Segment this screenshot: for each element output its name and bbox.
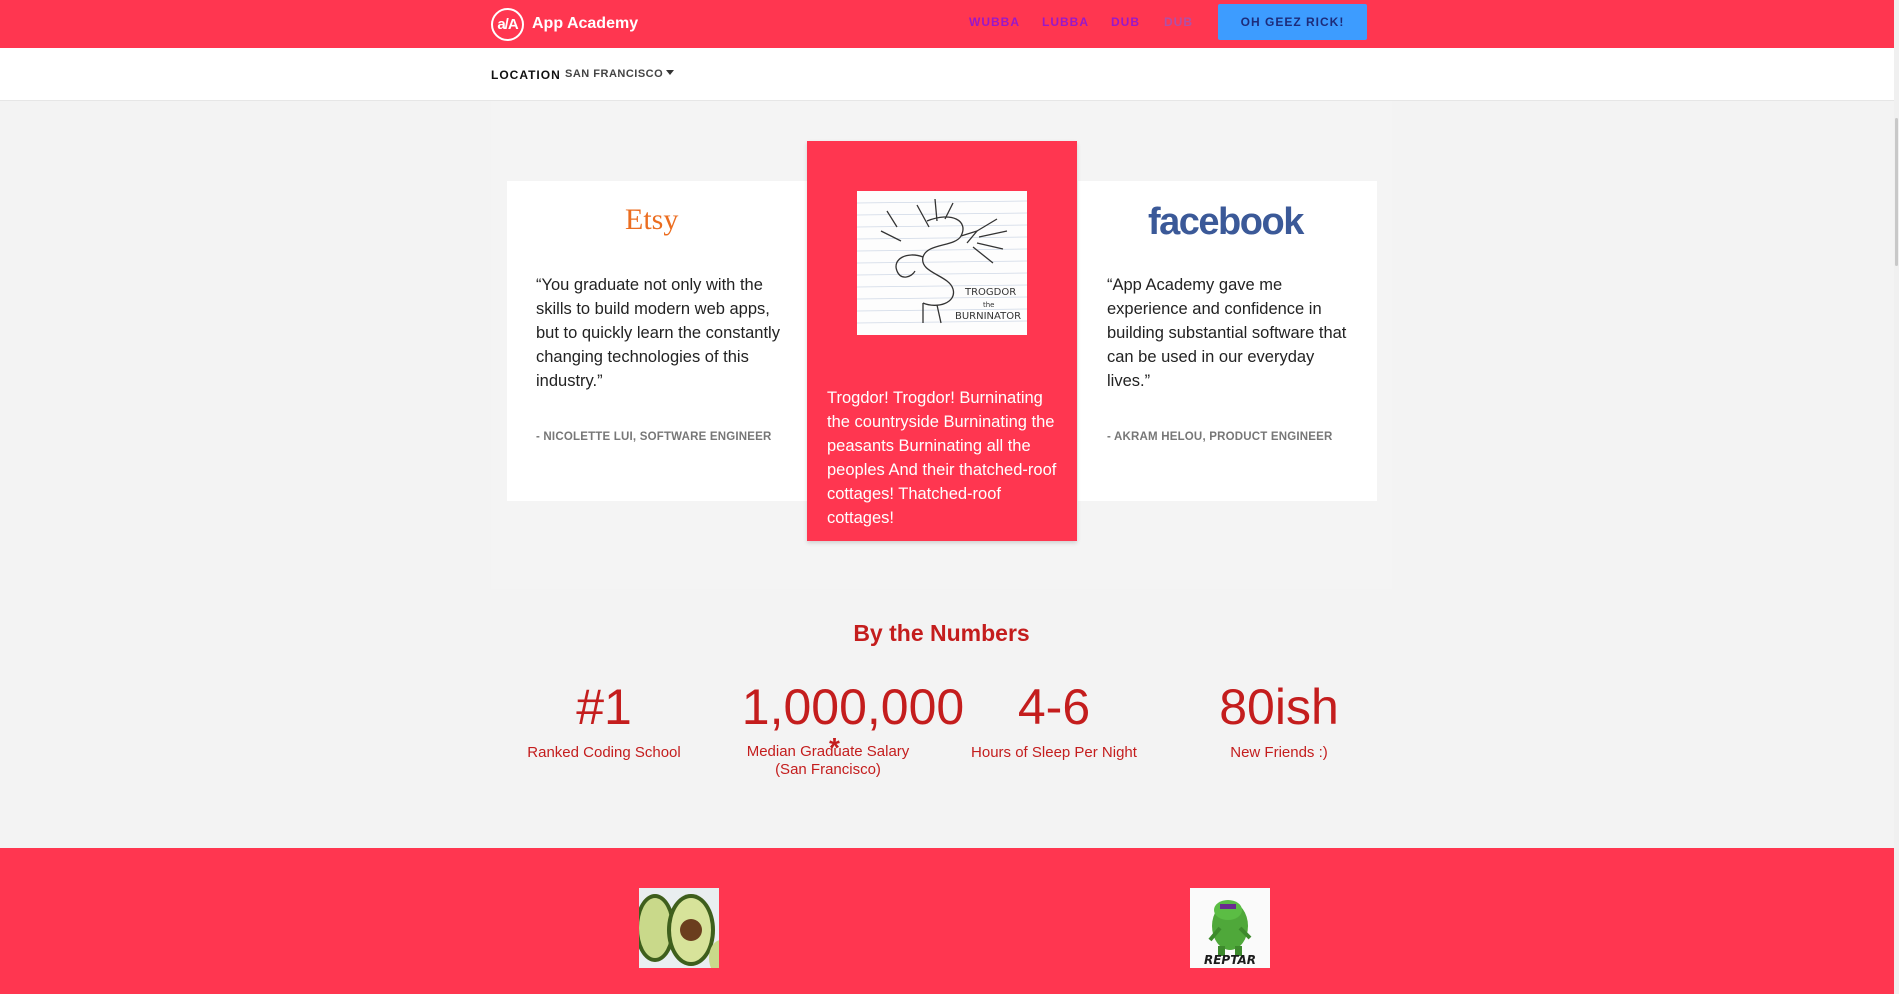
- svg-text:BURNINATOR: BURNINATOR: [955, 311, 1021, 322]
- stat-ranked: #1 Ranked Coding School: [494, 677, 714, 762]
- top-navbar: a/A App Academy WUBBA LUBBA DUB DUB OH G…: [0, 0, 1899, 48]
- location-dropdown[interactable]: SAN FRANCISCO: [565, 68, 675, 80]
- facebook-logo: facebook: [1148, 201, 1304, 243]
- avocado-image: [639, 888, 719, 968]
- stat-label: Hours of Sleep Per Night: [971, 744, 1137, 761]
- nav-link-lubba[interactable]: LUBBA: [1042, 15, 1089, 29]
- scrollbar-thumb[interactable]: [1895, 118, 1898, 266]
- location-value: SAN FRANCISCO: [565, 68, 664, 80]
- testimonial-card-etsy: Etsy “You graduate not only with the ski…: [507, 181, 807, 501]
- svg-text:TROGDOR: TROGDOR: [964, 287, 1016, 298]
- stat-label: Ranked Coding School: [527, 744, 681, 761]
- nav-link-dub-2[interactable]: DUB: [1164, 15, 1193, 29]
- logo-mark-icon: a/A: [491, 7, 524, 41]
- asterisk-footnote: *: [829, 732, 840, 763]
- location-label: LOCATION: [491, 68, 561, 82]
- testimonial-quote: “You graduate not only with the skills t…: [536, 276, 780, 390]
- caret-down-icon: [666, 70, 675, 75]
- bottom-band: [0, 848, 1894, 994]
- testimonial-card-featured: TROGDOR the BURNINATOR Trogdor! Trogdor!…: [807, 141, 1077, 541]
- trogdor-image: TROGDOR the BURNINATOR: [857, 191, 1027, 335]
- testimonial-quote: “App Academy gave me experience and conf…: [1107, 276, 1347, 390]
- testimonial-attribution: - AKRAM HELOU, PRODUCT ENGINEER: [1107, 431, 1333, 443]
- app-academy-logo[interactable]: a/A App Academy: [491, 5, 638, 43]
- stat-sleep: 4-6 Hours of Sleep Per Night: [944, 677, 1164, 762]
- numbers-title: By the Numbers: [853, 620, 1030, 646]
- testimonial-attribution: - NICOLETTE LUI, SOFTWARE ENGINEER: [536, 431, 772, 443]
- testimonial-card-facebook: facebook “App Academy gave me experience…: [1078, 181, 1377, 501]
- stat-value: #1: [576, 679, 632, 735]
- svg-text:the: the: [983, 301, 995, 309]
- stat-value: 4-6: [1017, 679, 1091, 735]
- stat-friends: 80ish New Friends :): [1169, 677, 1389, 762]
- nav-link-wubba[interactable]: WUBBA: [969, 15, 1020, 29]
- etsy-logo: Etsy: [625, 203, 679, 236]
- stat-value: 80ish: [1219, 679, 1339, 735]
- reptar-image: REPTAR: [1190, 888, 1270, 968]
- nav-link-dub[interactable]: DUB: [1111, 15, 1140, 29]
- reptar-text: REPTAR: [1204, 953, 1256, 967]
- stat-label: Median Graduate Salary (San Francisco): [746, 743, 910, 778]
- featured-testimonial-text: Trogdor! Trogdor! Burninating the countr…: [827, 389, 1057, 527]
- logo-text: App Academy: [532, 15, 639, 32]
- stat-salary-label-wrap: Median Graduate Salary (San Francisco): [718, 743, 938, 779]
- location-bar: LOCATION SAN FRANCISCO: [0, 48, 1894, 101]
- oh-geez-rick-button[interactable]: OH GEEZ RICK!: [1218, 4, 1367, 40]
- stat-label: New Friends :): [1230, 744, 1328, 761]
